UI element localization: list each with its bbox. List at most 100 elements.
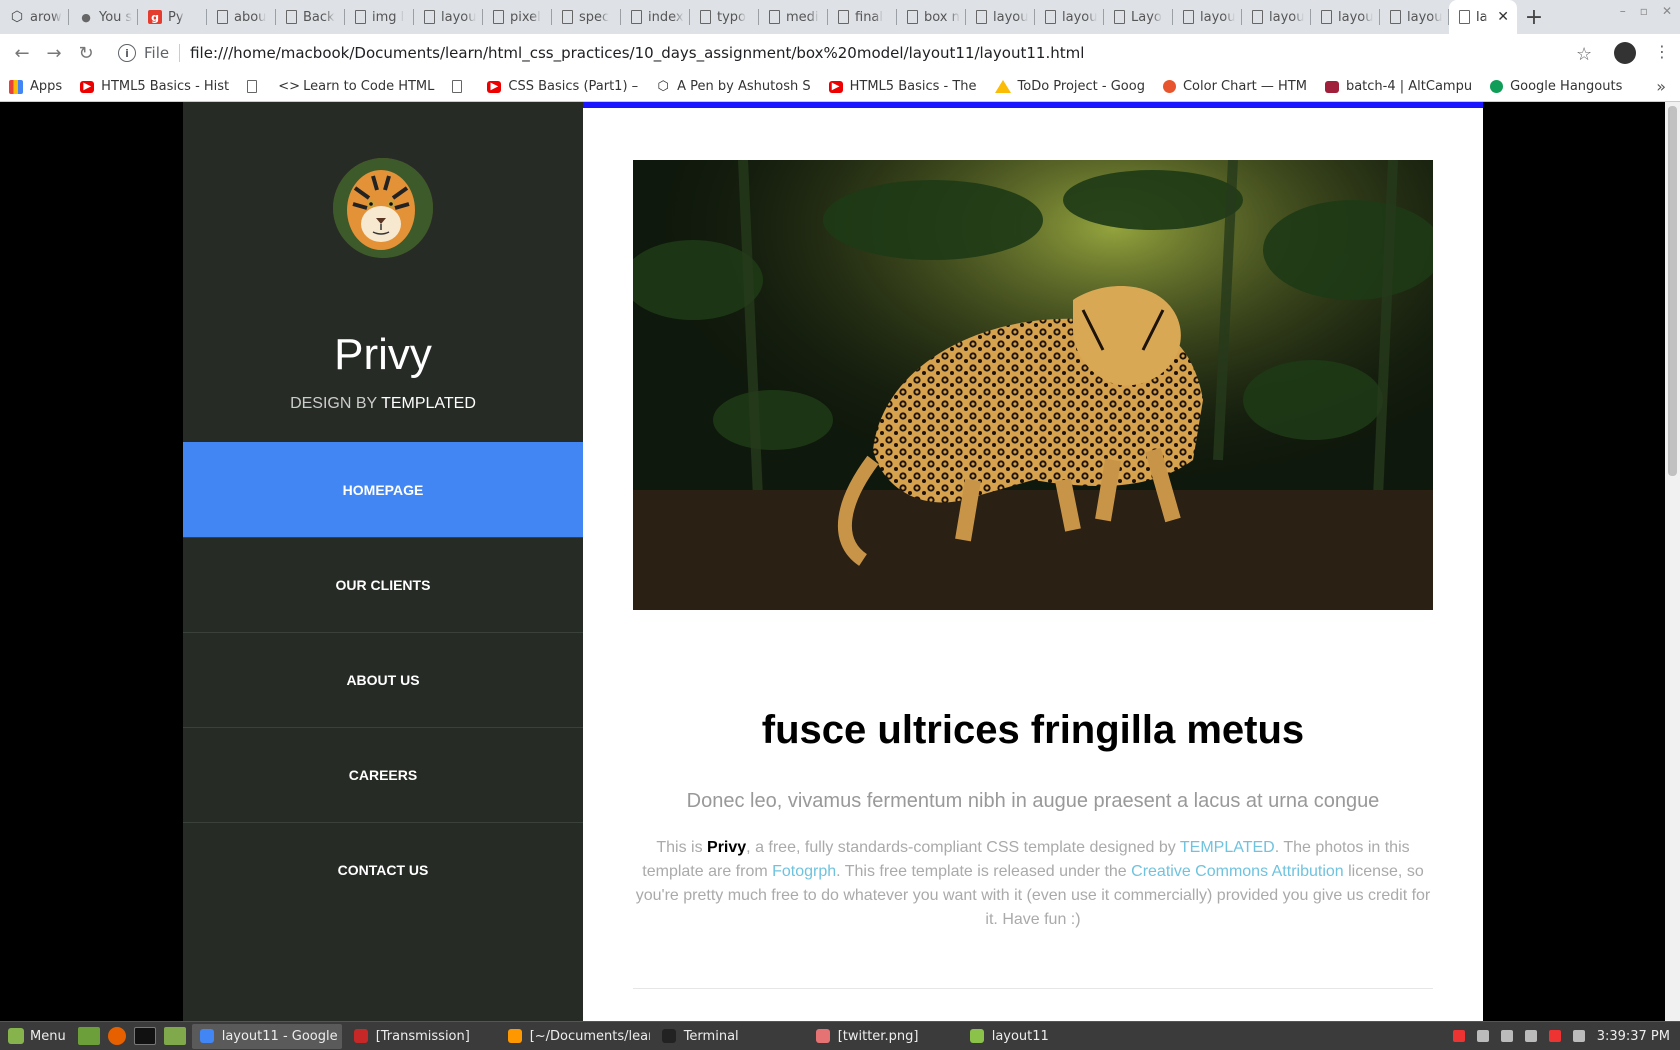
tab[interactable]: g Py xyxy=(138,0,207,34)
tab-active[interactable]: la ✕ xyxy=(1449,0,1517,34)
back-icon[interactable]: ← xyxy=(6,43,38,64)
taskbar-task[interactable]: [~/Documents/learn/... xyxy=(500,1024,650,1049)
bookmark-item[interactable] xyxy=(238,80,273,93)
document-icon xyxy=(286,10,297,24)
bookmark-item[interactable]: ▶ HTML5 Basics - Hist xyxy=(71,79,238,94)
bookmark-item[interactable] xyxy=(443,80,478,93)
bookmark-item[interactable]: ▶ CSS Basics (Part1) – xyxy=(478,79,647,94)
design-by-name[interactable]: TEMPLATED xyxy=(381,395,476,412)
clock[interactable]: 3:39:37 PM xyxy=(1597,1029,1670,1044)
github-icon: ● xyxy=(81,10,91,24)
tab[interactable]: img l xyxy=(345,0,414,34)
tab[interactable]: layou xyxy=(1242,0,1311,34)
bookmark-label: Apps xyxy=(30,79,63,94)
sidebar-item-contact-us[interactable]: CONTACT US xyxy=(183,822,583,917)
bookmark-item[interactable]: Color Chart — HTM xyxy=(1154,79,1316,94)
profile-avatar-icon[interactable] xyxy=(1614,42,1636,64)
bookmark-item[interactable]: ToDo Project - Goog xyxy=(986,79,1154,94)
tab[interactable]: Back xyxy=(276,0,345,34)
taskbar-task[interactable]: Terminal xyxy=(654,1024,804,1049)
bookmark-label: HTML5 Basics - Hist xyxy=(101,79,230,94)
document-icon xyxy=(631,10,642,24)
info-icon[interactable]: i xyxy=(118,44,136,62)
tab[interactable]: layou xyxy=(414,0,483,34)
terminal-icon[interactable] xyxy=(133,1027,156,1045)
tab[interactable]: layou xyxy=(1380,0,1449,34)
start-menu-button[interactable]: Menu xyxy=(0,1028,74,1044)
user-icon[interactable] xyxy=(1500,1030,1513,1042)
battery-icon[interactable] xyxy=(1548,1030,1561,1042)
tab-label: Py xyxy=(168,9,184,25)
new-tab-button[interactable]: + xyxy=(1517,0,1551,34)
bookmark-item[interactable]: ⬡ A Pen by Ashutosh S xyxy=(647,79,819,94)
sidebar-item-homepage[interactable]: HOMEPAGE xyxy=(183,442,583,537)
bookmark-item[interactable]: <> Learn to Code HTML xyxy=(273,79,443,94)
document-icon xyxy=(1321,10,1332,24)
address-bar[interactable]: i File file:///home/macbook/Documents/le… xyxy=(108,38,1578,68)
volume-icon[interactable] xyxy=(1572,1030,1585,1042)
codepen-icon: ⬡ xyxy=(657,79,669,94)
reload-icon[interactable]: ↻ xyxy=(70,43,102,64)
fotogrph-link[interactable]: Fotogrph xyxy=(772,863,836,880)
page-scrollbar[interactable] xyxy=(1665,102,1680,1021)
taskbar-task[interactable]: [twitter.png] xyxy=(808,1024,958,1049)
tab[interactable]: final xyxy=(828,0,897,34)
tab[interactable]: box n xyxy=(897,0,966,34)
bookmark-item[interactable]: Google Hangouts xyxy=(1481,79,1631,94)
tab[interactable]: abou xyxy=(207,0,276,34)
menu-kebab-icon[interactable]: ⋮ xyxy=(1654,42,1670,61)
bookmark-item[interactable]: batch-4 | AltCampu xyxy=(1316,79,1481,94)
tab-label: layou xyxy=(1200,9,1236,25)
shield-icon[interactable] xyxy=(1452,1030,1465,1042)
files-icon[interactable] xyxy=(77,1027,100,1045)
maximize-icon[interactable]: ▫ xyxy=(1640,4,1648,18)
tab[interactable]: spec xyxy=(552,0,621,34)
forward-icon[interactable]: → xyxy=(38,43,70,64)
folder-icon[interactable] xyxy=(163,1027,186,1045)
youtube-icon: ▶ xyxy=(487,80,502,93)
taskbar-task[interactable]: layout11 - Google Ch... xyxy=(191,1023,342,1049)
tab[interactable]: Layo xyxy=(1104,0,1173,34)
taskbar-task[interactable]: layout11 xyxy=(962,1024,1112,1049)
close-window-icon[interactable]: ✕ xyxy=(1662,4,1672,18)
bookmarks-more-icon[interactable]: » xyxy=(1656,77,1666,96)
bookmark-star-icon[interactable]: ☆ xyxy=(1576,44,1592,65)
tab[interactable]: layou xyxy=(1173,0,1242,34)
document-icon xyxy=(424,10,435,24)
taskbar-task[interactable]: [Transmission] xyxy=(346,1024,496,1049)
bluetooth-icon[interactable] xyxy=(1476,1030,1489,1042)
scrollbar-thumb[interactable] xyxy=(1668,106,1677,476)
bookmark-label: ToDo Project - Goog xyxy=(1017,79,1145,94)
tab[interactable]: ⬡ arow xyxy=(0,0,69,34)
minimize-icon[interactable]: – xyxy=(1620,4,1626,18)
tab-label: layou xyxy=(1062,9,1098,25)
bookmark-item[interactable]: ▶ HTML5 Basics - The xyxy=(820,79,986,94)
document-icon xyxy=(1183,10,1194,24)
tab[interactable]: layou xyxy=(1311,0,1380,34)
bookmark-item[interactable]: Apps xyxy=(0,79,71,94)
tab[interactable]: pixel xyxy=(483,0,552,34)
sidebar-item-our-clients[interactable]: OUR CLIENTS xyxy=(183,537,583,632)
tab[interactable]: layou xyxy=(1035,0,1104,34)
tab[interactable]: typo xyxy=(690,0,759,34)
os-taskbar: Menu layout11 - Google Ch... [Transmissio… xyxy=(0,1021,1680,1050)
document-icon xyxy=(493,10,504,24)
tab-label: layou xyxy=(1338,9,1374,25)
tab[interactable]: layou xyxy=(966,0,1035,34)
templated-link[interactable]: TEMPLATED xyxy=(1180,839,1275,856)
firefox-icon[interactable] xyxy=(107,1027,126,1045)
sidebar-menu: HOMEPAGE OUR CLIENTS ABOUT US CAREERS CONTAC… xyxy=(183,442,583,917)
design-by-prefix: DESIGN BY xyxy=(290,395,377,412)
creative-commons-link[interactable]: Creative Commons Attribution xyxy=(1131,863,1344,880)
wifi-icon[interactable] xyxy=(1524,1030,1537,1042)
sidebar-item-about-us[interactable]: ABOUT US xyxy=(183,632,583,727)
close-tab-icon[interactable]: ✕ xyxy=(1497,9,1509,25)
url-text[interactable]: file:///home/macbook/Documents/learn/htm… xyxy=(190,44,1084,62)
section-divider xyxy=(633,988,1433,989)
tab[interactable]: medi xyxy=(759,0,828,34)
tab[interactable]: ● You s xyxy=(69,0,138,34)
task-label: layout11 xyxy=(991,1028,1049,1044)
sidebar-item-careers[interactable]: CAREERS xyxy=(183,727,583,822)
tab[interactable]: index xyxy=(621,0,690,34)
bookmark-label: A Pen by Ashutosh S xyxy=(677,79,811,94)
